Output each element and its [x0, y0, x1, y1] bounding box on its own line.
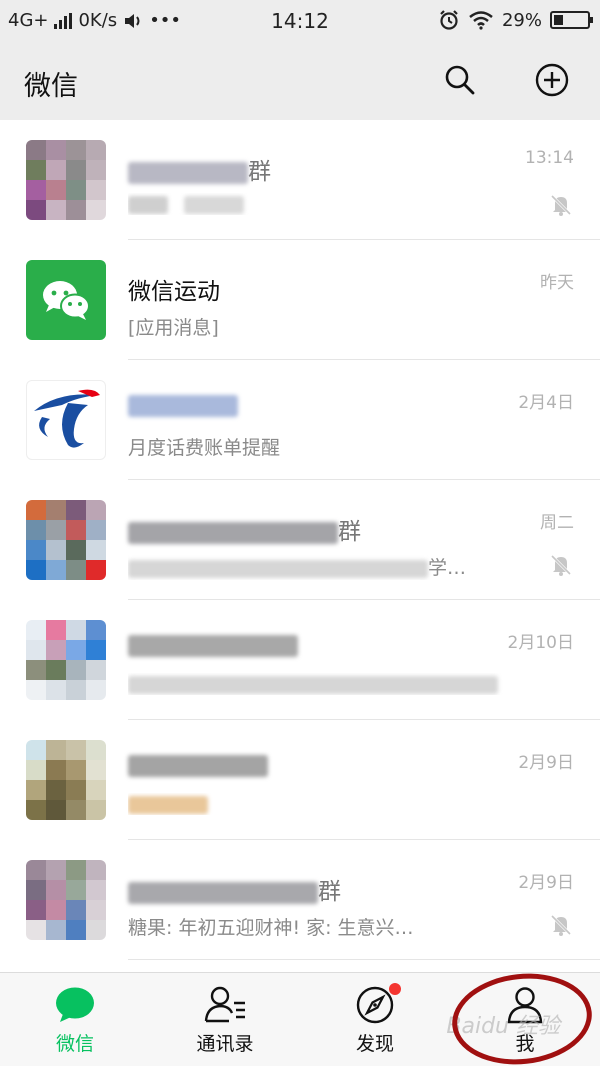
blurred-name — [128, 394, 238, 417]
chat-preview: 学… — [428, 557, 467, 579]
add-button[interactable] — [534, 62, 570, 98]
blurred-preview — [128, 559, 428, 578]
blurred-name — [128, 634, 298, 657]
telecom-logo-icon — [34, 389, 100, 448]
tab-label: 我 — [515, 1033, 535, 1055]
blurred-name — [128, 521, 338, 544]
tab-label: 发现 — [355, 1033, 394, 1055]
avatar — [26, 860, 106, 940]
chat-item[interactable]: 月度话费账单提醒 2月4日 — [0, 360, 600, 480]
chat-name: 微信运动 — [128, 279, 220, 305]
chat-time: 2月9日 — [518, 873, 574, 893]
tab-me[interactable]: 我 — [450, 973, 600, 1066]
mute-bell-icon — [550, 194, 572, 216]
battery-percent: 29% — [501, 9, 542, 31]
chat-time: 周二 — [540, 513, 574, 533]
chat-name: 群 — [338, 519, 361, 545]
blurred-name — [128, 881, 318, 904]
chat-item[interactable]: 2月9日 — [0, 720, 600, 840]
chat-item[interactable]: 群 13:14 — [0, 120, 600, 240]
contacts-icon — [204, 986, 245, 1023]
mute-bell-icon — [550, 554, 572, 576]
blurred-preview — [128, 795, 208, 814]
chat-name: 群 — [318, 879, 341, 905]
chat-time: 昨天 — [540, 273, 574, 293]
avatar — [26, 500, 106, 580]
battery-icon — [550, 11, 593, 29]
chat-item[interactable]: 群 糖果: 年初五迎财神! 家: 生意兴… 2月9日 — [0, 840, 600, 960]
chat-list: 群 13:14 微信运动 [应用消息] 昨天 月度话费账单提醒 2月4日 群 学… — [0, 120, 600, 972]
person-icon — [507, 987, 543, 1024]
blurred-preview — [128, 675, 498, 694]
mute-bell-icon — [550, 914, 572, 936]
avatar — [26, 380, 106, 460]
tab-chats[interactable]: 微信 — [0, 973, 150, 1066]
bottom-tab-bar: 微信 通讯录 发现 我 — [0, 972, 600, 1066]
chat-time: 2月9日 — [518, 753, 574, 773]
chat-preview: 月度话费账单提醒 — [128, 437, 281, 459]
app-header: 微信 — [0, 42, 600, 120]
notification-badge — [389, 983, 401, 995]
chat-item[interactable]: 2月10日 — [0, 600, 600, 720]
chat-time: 2月10日 — [507, 633, 574, 653]
chat-time: 2月4日 — [518, 393, 574, 413]
wifi-icon — [469, 11, 493, 30]
chat-item[interactable]: 群 学… 周二 — [0, 480, 600, 600]
status-bar: 4G+ 0K/s ••• 14:12 29% — [0, 0, 600, 42]
chat-item[interactable]: 微信运动 [应用消息] 昨天 — [0, 240, 600, 360]
chat-preview: 糖果: 年初五迎财神! 家: 生意兴… — [128, 917, 414, 939]
blurred-name — [128, 161, 248, 184]
search-button[interactable] — [442, 62, 478, 98]
tab-label: 通讯录 — [196, 1033, 254, 1055]
page-title: 微信 — [24, 71, 78, 102]
chat-bubble-icon — [56, 987, 94, 1022]
alarm-icon — [440, 10, 458, 30]
tab-contacts[interactable]: 通讯录 — [150, 973, 300, 1066]
chat-preview: [应用消息] — [128, 317, 219, 339]
avatar — [26, 620, 106, 700]
avatar — [26, 140, 106, 220]
avatar — [26, 740, 106, 820]
blurred-preview — [128, 195, 168, 214]
plus-circle-icon — [535, 63, 569, 97]
chat-name: 群 — [248, 159, 271, 185]
blurred-name — [128, 754, 268, 777]
wechat-logo-icon — [43, 281, 90, 320]
search-icon — [445, 65, 475, 95]
chat-time: 13:14 — [525, 148, 574, 168]
tab-discover[interactable]: 发现 — [300, 973, 450, 1066]
tab-label: 微信 — [55, 1033, 94, 1055]
avatar — [26, 260, 106, 340]
